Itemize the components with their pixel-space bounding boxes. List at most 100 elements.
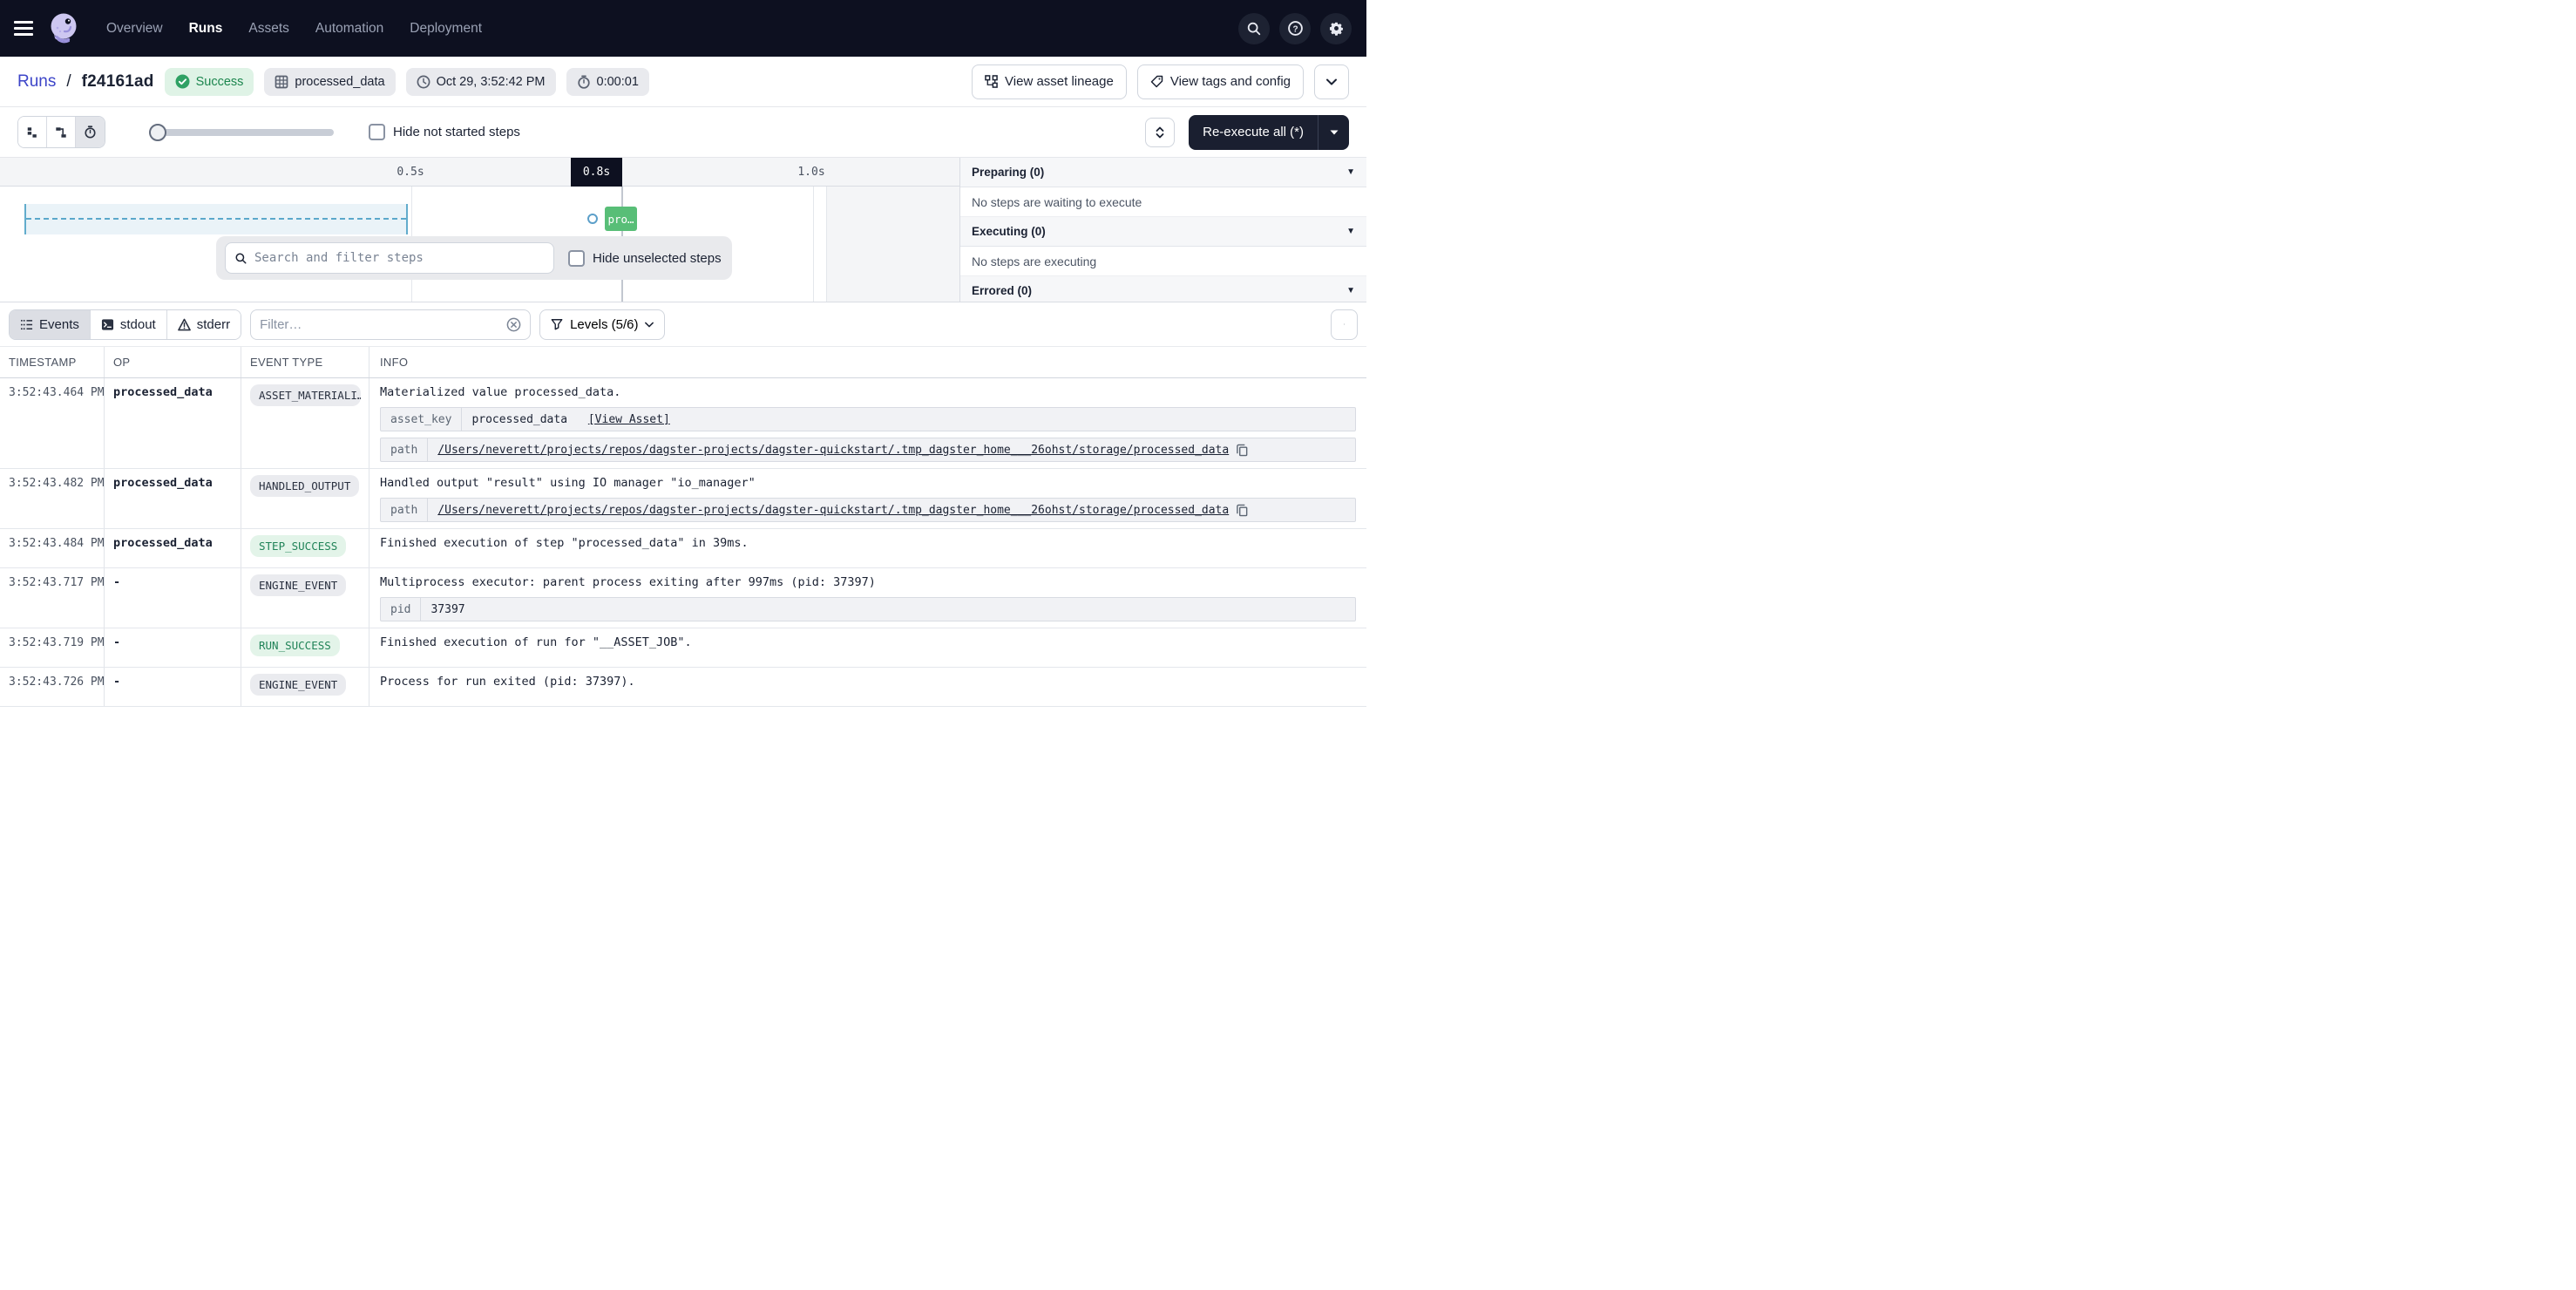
view-asset-link[interactable]: [View Asset] (588, 413, 670, 426)
reexecute-dropdown-button[interactable] (1318, 115, 1349, 150)
timing-view-icon[interactable] (76, 117, 105, 147)
caret-down-icon: ▼ (1346, 167, 1355, 177)
breadcrumb-runs-link[interactable]: Runs (17, 72, 56, 92)
accordion-executing-title: Executing (0) (972, 225, 1046, 238)
event-timestamp: 3:52:43.464 PM (9, 386, 105, 399)
svg-text:?: ? (1292, 24, 1298, 34)
nav-item-automation[interactable]: Automation (315, 21, 383, 37)
flat-view-icon[interactable] (18, 117, 47, 147)
dagster-logo[interactable] (45, 10, 82, 47)
expand-collapse-logs-button[interactable] (1331, 309, 1358, 340)
metadata-key: pid (381, 598, 421, 621)
hide-not-started-checkbox[interactable] (369, 124, 385, 140)
gear-icon[interactable] (1320, 13, 1352, 44)
gantt-view-mode-group (17, 116, 105, 148)
timeline-tick-1-0s: 1.0s (797, 158, 824, 187)
hide-not-started-control: Hide not started steps (369, 124, 520, 140)
nav-item-runs[interactable]: Runs (189, 21, 223, 37)
tab-events[interactable]: Events (10, 310, 91, 339)
top-nav: Overview Runs Assets Automation Deployme… (0, 0, 1366, 57)
accordion-preparing-title: Preparing (0) (972, 166, 1044, 179)
view-asset-lineage-button[interactable]: View asset lineage (972, 64, 1127, 99)
help-icon[interactable]: ? (1279, 13, 1311, 44)
events-toolbar: Events stdout stderr Levels (5/6) (0, 302, 1366, 346)
clear-filter-icon[interactable] (506, 317, 521, 332)
reexecute-split-button: Re-execute all (*) (1189, 115, 1349, 150)
metadata-key: path (381, 499, 428, 521)
hamburger-menu-icon[interactable] (14, 21, 33, 36)
copy-icon[interactable] (1236, 444, 1249, 457)
reexecute-all-button[interactable]: Re-execute all (*) (1189, 115, 1318, 150)
search-icon (234, 252, 247, 265)
search-icon[interactable] (1238, 13, 1270, 44)
event-op: processed_data (113, 385, 213, 399)
nav-item-overview[interactable]: Overview (106, 21, 163, 37)
accordion-executing[interactable]: Executing (0) ▼ (960, 217, 1366, 247)
status-badge: Success (165, 68, 254, 96)
slider-track[interactable] (149, 129, 334, 136)
event-timestamp: 3:52:43.482 PM (9, 477, 105, 490)
event-type-badge: ASSET_MATERIALI… (250, 384, 361, 406)
step-search-input[interactable] (254, 251, 545, 265)
step-search-field[interactable] (225, 242, 554, 274)
timeline-tick-0-5s: 0.5s (397, 158, 424, 187)
step-status-panel: Preparing (0) ▼ No steps are waiting to … (959, 158, 1366, 302)
waterfall-view-icon[interactable] (47, 117, 76, 147)
gantt-zoom-slider[interactable] (149, 124, 334, 141)
warning-triangle-icon (178, 318, 191, 331)
step-start-marker (587, 214, 598, 224)
hide-unselected-label: Hide unselected steps (593, 251, 722, 266)
tab-events-label: Events (39, 317, 79, 332)
slider-handle[interactable] (149, 124, 166, 141)
tab-stdout-label: stdout (120, 317, 156, 332)
more-actions-button[interactable] (1314, 64, 1349, 99)
event-op: - (113, 675, 120, 689)
tab-stderr-label: stderr (197, 317, 230, 332)
run-id: f24161ad (82, 72, 154, 92)
tab-stdout[interactable]: stdout (91, 310, 167, 339)
path-link[interactable]: /Users/neverett/projects/repos/dagster-p… (437, 444, 1229, 457)
clock-icon (417, 75, 430, 89)
chevron-down-icon (1326, 78, 1337, 85)
asset-chip[interactable]: processed_data (264, 68, 395, 96)
event-op: - (113, 575, 120, 589)
event-op: processed_data (113, 536, 213, 550)
start-time-chip: Oct 29, 3:52:42 PM (406, 68, 556, 96)
event-timestamp: 3:52:43.719 PM (9, 636, 105, 649)
table-grid-icon (275, 75, 288, 89)
event-info-text: Multiprocess executor: parent process ex… (380, 574, 1356, 591)
accordion-preparing[interactable]: Preparing (0) ▼ (960, 158, 1366, 187)
nav-item-assets[interactable]: Assets (248, 21, 289, 37)
log-filter-input[interactable] (260, 317, 499, 332)
event-info-text: Materialized value processed_data. (380, 384, 1356, 401)
event-timestamp: 3:52:43.484 PM (9, 537, 105, 550)
metadata-key: asset_key (381, 408, 462, 431)
view-tags-config-label: View tags and config (1170, 74, 1291, 89)
terminal-icon (101, 318, 114, 331)
event-type-badge: ENGINE_EVENT (250, 674, 346, 696)
view-tags-config-button[interactable]: View tags and config (1137, 64, 1304, 99)
log-filter-field[interactable] (250, 309, 531, 340)
metadata-key: path (381, 438, 428, 461)
step-bar-processed-data[interactable]: pro… (605, 207, 637, 231)
view-asset-lineage-label: View asset lineage (1005, 74, 1114, 89)
event-info-text: Handled output "result" using IO manager… (380, 475, 1356, 492)
accordion-errored[interactable]: Errored (0) ▼ (960, 276, 1366, 302)
hide-unselected-checkbox[interactable] (568, 250, 585, 267)
levels-dropdown[interactable]: Levels (5/6) (539, 309, 665, 340)
step-waiting-band (24, 204, 408, 234)
tab-stderr[interactable]: stderr (167, 310, 241, 339)
path-link[interactable]: /Users/neverett/projects/repos/dagster-p… (437, 504, 1229, 517)
event-info-text: Finished execution of run for "__ASSET_J… (380, 635, 1356, 651)
table-row: 3:52:43.726 PM - ENGINE_EVENT Process fo… (0, 668, 1366, 707)
check-circle-icon (175, 74, 190, 89)
levels-label: Levels (5/6) (570, 317, 638, 332)
nav-item-deployment[interactable]: Deployment (410, 21, 482, 37)
timer-icon (577, 75, 591, 89)
run-header-row: Runs / f24161ad Success processed_data O… (0, 57, 1366, 107)
table-row: 3:52:43.719 PM - RUN_SUCCESS Finished ex… (0, 628, 1366, 668)
timeline-overflow-zone (826, 187, 959, 302)
expand-collapse-gantt-button[interactable] (1145, 118, 1175, 147)
header-event-type: EVENT TYPE (241, 347, 369, 377)
copy-icon[interactable] (1236, 504, 1249, 517)
